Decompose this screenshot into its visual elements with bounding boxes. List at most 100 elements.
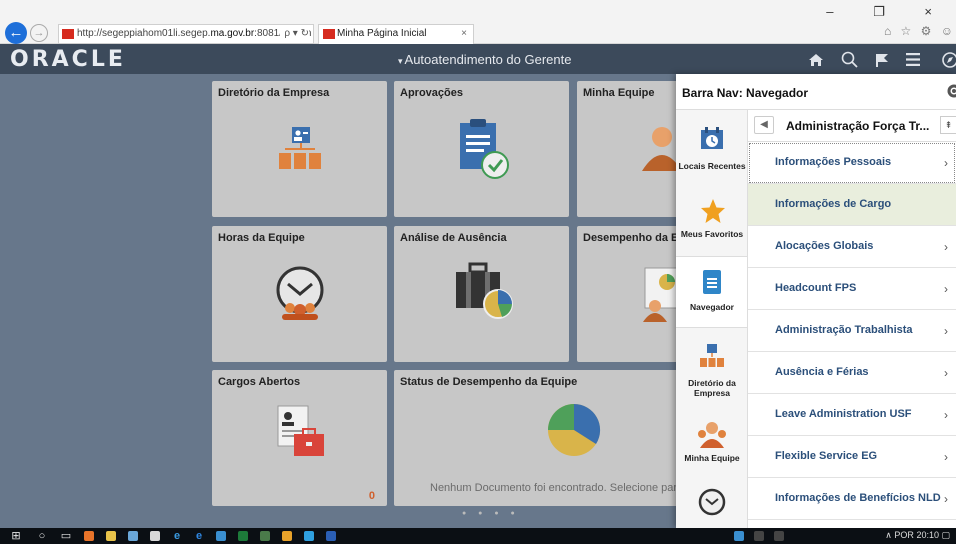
team-clock-icon — [698, 488, 726, 516]
tray-app-icon[interactable] — [734, 531, 744, 541]
task-view-icon[interactable]: ▭ — [60, 530, 72, 542]
nav-item-label: Alocações Globais — [775, 240, 874, 252]
sidebar-item-minha-equipe[interactable]: Minha Equipe — [676, 408, 747, 474]
sidebar-item-meus-favoritos[interactable]: Meus Favoritos — [676, 192, 747, 256]
app-icon[interactable] — [216, 531, 226, 541]
org-chart-icon — [700, 344, 724, 367]
pager-dots[interactable]: ● ● ● ● — [462, 510, 520, 517]
sidebar-item-locais-recentes[interactable]: Locais Recentes — [676, 110, 747, 182]
tile-cargos-abertos[interactable]: Cargos Abertos 0 — [212, 370, 387, 506]
search-icon[interactable] — [841, 51, 859, 69]
tile-aprovacoes[interactable]: Aprovações — [394, 81, 569, 217]
nav-item-leave-administration-usf[interactable]: Leave Administration USF › — [748, 394, 956, 436]
menu-icon[interactable] — [906, 53, 920, 66]
nav-item-alocacoes-globais[interactable]: Alocações Globais › — [748, 226, 956, 268]
sidebar-label: Meus Favoritos — [680, 229, 744, 239]
tile-horas-equipe[interactable]: Horas da Equipe — [212, 226, 387, 362]
language-indicator[interactable]: POR — [894, 530, 914, 540]
windows-start-icon[interactable]: ⊞ — [10, 530, 22, 542]
nav-item-administracao-trabalhista[interactable]: Administração Trabalhista › — [748, 310, 956, 352]
nav-item-informacoes-pessoais[interactable]: Informações Pessoais › — [748, 142, 956, 184]
tile-title: Desempenho da Eq — [583, 232, 686, 244]
browser-tab[interactable]: Minha Página Inicial × — [318, 24, 474, 44]
tile-title: Cargos Abertos — [218, 376, 301, 388]
tile-badge: 0 — [368, 490, 375, 502]
browser-tools-icons[interactable]: ⌂ ☆ ⚙ ☺ — [884, 24, 956, 38]
windows-taskbar: ⊞ ○ ▭ e e ∧ POR 20:10 ▢ — [0, 528, 956, 544]
nav-item-label: Informações Pessoais — [775, 156, 892, 168]
tile-diretorio-empresa[interactable]: Diretório da Empresa — [212, 81, 387, 217]
system-tray[interactable]: ∧ POR 20:10 ▢ — [885, 530, 950, 541]
home-icon[interactable] — [808, 53, 824, 67]
nav-item-ausencia-ferias[interactable]: Ausência e Férias › — [748, 352, 956, 394]
breadcrumb-title: Administração Força Tr... — [786, 119, 930, 133]
edge-icon[interactable]: e — [192, 530, 206, 542]
go-to-top-icon[interactable]: ⇞ — [940, 116, 956, 134]
oracle-logo: ORACLE — [10, 47, 126, 72]
nav-item-label: Headcount FPS — [775, 282, 857, 294]
window-controls[interactable]: – ❐ × — [826, 4, 950, 20]
chrome-icon[interactable] — [282, 531, 292, 541]
sidebar-item-navegador[interactable]: Navegador — [676, 256, 747, 328]
file-explorer-icon[interactable] — [106, 531, 116, 541]
chevron-up-icon[interactable]: ∧ — [885, 530, 892, 540]
tile-title: Minha Equipe — [583, 87, 655, 99]
tile-desempenho-equipe[interactable]: Desempenho da Eq — [577, 226, 687, 362]
tray-app-icon[interactable] — [754, 531, 764, 541]
job-posting-icon — [277, 405, 324, 456]
tile-minha-equipe[interactable]: Minha Equipe — [577, 81, 687, 217]
navbar-panel: Barra Nav: Navegador Locais Recentes Meu… — [676, 74, 956, 528]
nav-item-flexible-service-eg[interactable]: Flexible Service EG › — [748, 436, 956, 478]
navigator-list: Informações Pessoais › Informações de Car… — [748, 142, 956, 520]
nav-item-label: Flexible Service EG — [775, 450, 878, 462]
tab-title: Minha Página Inicial — [337, 28, 427, 39]
tab-close-icon[interactable]: × — [461, 25, 467, 43]
tile-title: Diretório da Empresa — [218, 87, 330, 99]
chevron-right-icon: › — [944, 240, 948, 254]
chevron-down-icon: ▾ — [398, 56, 403, 66]
sidebar-label: Locais Recentes — [678, 161, 746, 171]
chevron-right-icon: › — [944, 282, 948, 296]
compass-icon[interactable] — [940, 51, 956, 69]
search-icon[interactable]: ○ — [36, 530, 48, 542]
page-title-dropdown[interactable]: ▾ Autoatendimento do Gerente — [398, 52, 571, 67]
word-icon[interactable] — [326, 531, 336, 541]
tile-analise-ausencia[interactable]: Análise de Ausência — [394, 226, 569, 362]
notification-icon[interactable]: ▢ — [941, 530, 950, 540]
sidebar-label: Minha Equipe — [684, 453, 740, 463]
clock[interactable]: 20:10 — [916, 530, 939, 540]
address-bar-icons[interactable]: ρ ▾ ↻ — [280, 25, 309, 43]
navbar-header: Barra Nav: Navegador — [676, 74, 956, 110]
address-bar[interactable]: http://segeppiahom01li.segep.ma.gov.br:8… — [58, 24, 314, 44]
url-domain: ma.gov.br — [210, 28, 255, 39]
back-arrow-icon[interactable]: ← — [5, 22, 27, 44]
gear-icon[interactable] — [946, 83, 956, 99]
tray-app-icon[interactable] — [774, 531, 784, 541]
skype-icon[interactable] — [304, 531, 314, 541]
app-header: ORACLE ▾ Autoatendimento do Gerente — [0, 44, 956, 74]
nav-item-informacoes-cargo[interactable]: Informações de Cargo — [748, 184, 956, 226]
chevron-right-icon: › — [944, 492, 948, 506]
flag-icon[interactable] — [874, 52, 890, 68]
sidebar-item-diretorio-empresa[interactable]: Diretório da Empresa — [676, 336, 747, 408]
app-icon[interactable] — [260, 531, 270, 541]
tile-title: Status de Desempenho da Equipe — [400, 376, 578, 388]
site-favicon-icon — [62, 29, 74, 39]
team-icon — [698, 422, 726, 448]
sidebar-item-horas-equipe[interactable] — [676, 482, 747, 528]
back-arrow-icon[interactable]: ◀ — [754, 116, 774, 134]
internet-explorer-icon[interactable]: e — [170, 530, 184, 542]
team-clock-icon — [276, 266, 324, 320]
no-documents-message: Nenhum Documento foi encontrado. Selecio… — [430, 482, 695, 494]
app-icon[interactable] — [128, 531, 138, 541]
store-icon[interactable] — [150, 531, 160, 541]
firefox-icon[interactable] — [84, 531, 94, 541]
approval-document-icon — [460, 119, 509, 179]
excel-icon[interactable] — [238, 531, 248, 541]
forward-arrow-icon[interactable]: → — [30, 24, 48, 42]
nav-item-headcount-fps[interactable]: Headcount FPS › — [748, 268, 956, 310]
chevron-right-icon: › — [944, 324, 948, 338]
sidebar-label: Navegador — [690, 302, 734, 312]
nav-item-informacoes-beneficios-nld[interactable]: Informações de Benefícios NLD › — [748, 478, 956, 520]
chevron-right-icon: › — [944, 408, 948, 422]
